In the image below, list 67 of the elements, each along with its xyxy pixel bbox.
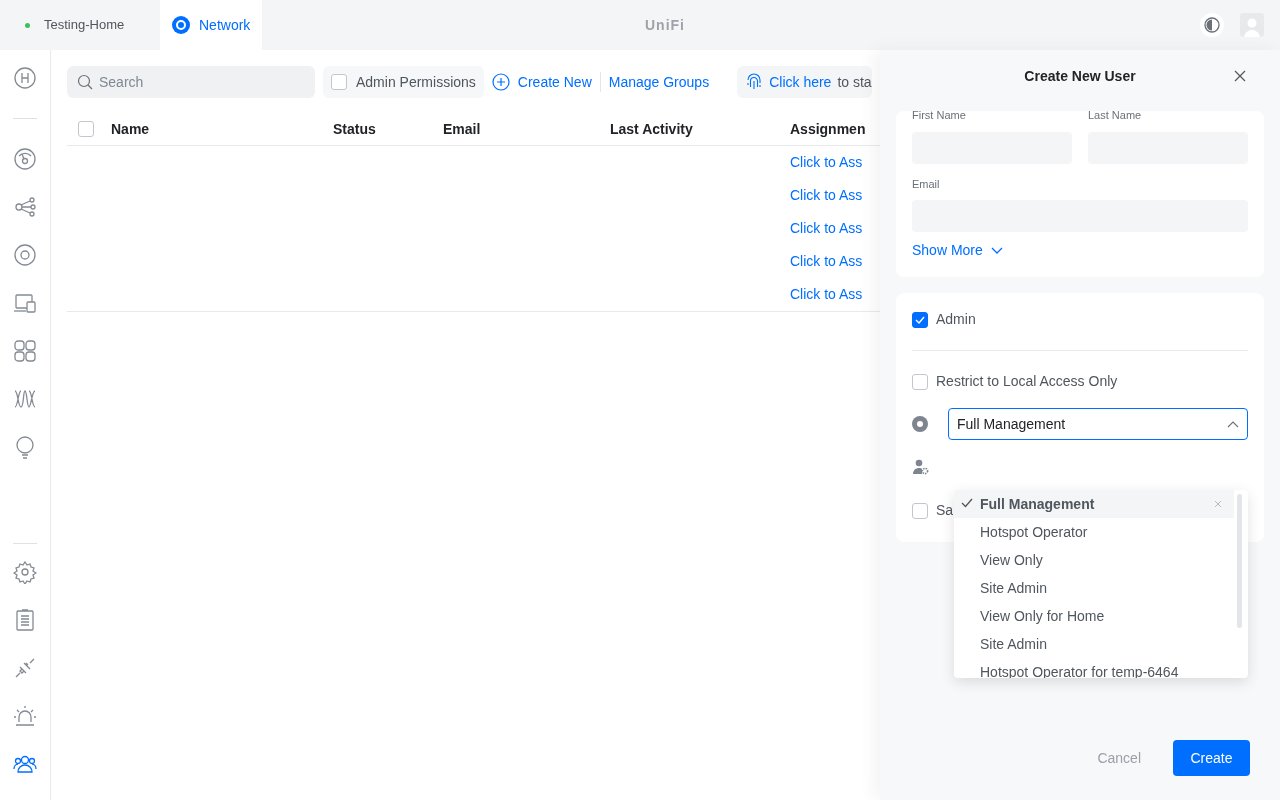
plug-icon[interactable]: [13, 656, 37, 680]
panel-title: Create New User: [1023, 66, 1137, 86]
settings-icon[interactable]: [13, 560, 37, 584]
home-icon[interactable]: [13, 66, 37, 90]
checkbox[interactable]: [912, 373, 928, 390]
site-name[interactable]: Testing-Home: [44, 15, 125, 35]
clear-icon[interactable]: [1214, 500, 1222, 508]
banner-text: to sta: [837, 72, 872, 92]
network-icon: [912, 416, 928, 432]
bulb-icon[interactable]: [13, 435, 37, 459]
field-label: First Name: [912, 108, 967, 123]
create-new-button[interactable]: Create New: [491, 71, 592, 93]
app-tab[interactable]: Network: [160, 0, 263, 50]
field-label: Last Name: [1088, 108, 1143, 123]
dropdown-option[interactable]: Hotspot Operator: [954, 518, 1234, 546]
admin-label: Admin: [936, 310, 976, 329]
create-button[interactable]: Create: [1173, 740, 1250, 776]
admin-permissions-label: Admin Permissions: [356, 72, 476, 92]
checkbox[interactable]: [331, 74, 347, 90]
devices-icon[interactable]: [13, 291, 37, 315]
assign-link[interactable]: Click to Ass: [790, 185, 863, 206]
cancel-button[interactable]: Cancel: [1097, 747, 1141, 769]
column-header: Email: [443, 119, 481, 139]
check-icon: [915, 315, 925, 324]
option-label: Sa: [936, 501, 954, 520]
column-header: Name: [111, 119, 150, 139]
assign-link[interactable]: Click to Ass: [790, 284, 863, 305]
theme-toggle-icon[interactable]: [1200, 13, 1224, 37]
role-select[interactable]: Full Management: [948, 408, 1248, 440]
dropdown-option[interactable]: View Only for Home: [954, 602, 1234, 630]
banner-link[interactable]: Click here: [769, 71, 832, 93]
assign-link[interactable]: Click to Ass: [790, 218, 863, 239]
checkbox[interactable]: [912, 311, 928, 328]
grid-icon[interactable]: [13, 339, 37, 363]
dropdown-option[interactable]: Site Admin: [954, 630, 1234, 658]
chevron-down-icon: [990, 246, 1003, 255]
search-field[interactable]: Search: [67, 66, 315, 98]
field-label: Email: [912, 176, 941, 192]
column-header: Status: [333, 119, 376, 139]
plus-circle-icon: [491, 73, 510, 91]
alarm-icon[interactable]: [13, 704, 37, 728]
dropdown-option[interactable]: View Only: [954, 546, 1234, 574]
assign-link[interactable]: Click to Ass: [790, 152, 863, 173]
logo: UniFi: [645, 16, 685, 35]
clipboard-icon[interactable]: [13, 608, 37, 632]
restrict-label: Restrict to Local Access Only: [936, 372, 1118, 391]
fingerprint-icon: [745, 73, 764, 91]
column-header: Last Activity: [610, 119, 693, 139]
status-dot: [25, 22, 30, 28]
column-header: Assignmen: [790, 119, 866, 139]
checkbox[interactable]: [78, 121, 94, 137]
close-icon[interactable]: [1234, 70, 1248, 84]
checkbox[interactable]: [912, 502, 928, 519]
scrollbar[interactable]: [1237, 494, 1242, 628]
chevron-up-icon: [1227, 420, 1239, 428]
app-logo-icon: [172, 16, 190, 34]
search-icon: [77, 74, 93, 90]
user-settings-icon: [912, 458, 930, 477]
dropdown-option[interactable]: Full Management: [954, 490, 1234, 518]
topology-icon[interactable]: [13, 195, 37, 219]
manage-groups-link[interactable]: Manage Groups: [608, 71, 710, 93]
show-more-button[interactable]: Show More: [912, 240, 1003, 261]
assign-link[interactable]: Click to Ass: [790, 251, 863, 272]
gauge-icon[interactable]: [13, 147, 37, 171]
target-icon[interactable]: [13, 243, 37, 267]
dropdown-option[interactable]: Site Admin: [954, 574, 1234, 602]
check-icon: [961, 497, 973, 509]
